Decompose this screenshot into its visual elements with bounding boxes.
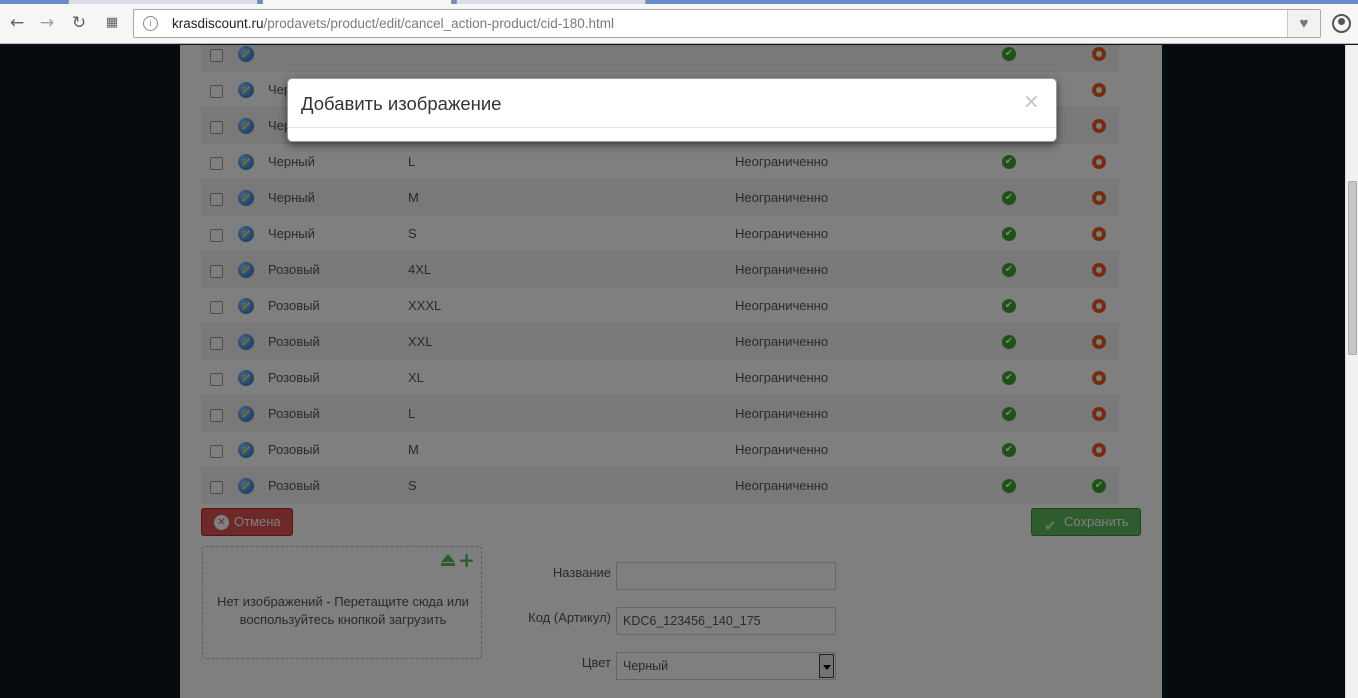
address-bar[interactable]: i krasdiscount.ru/prodavets/product/edit… — [133, 9, 1321, 38]
scrollbar-thumb[interactable] — [1348, 181, 1357, 355]
modal-header: Добавить изображение × — [288, 79, 1056, 128]
add-image-modal: Добавить изображение × — [287, 78, 1057, 142]
reload-icon[interactable]: ↻ — [68, 12, 90, 34]
close-icon[interactable]: × — [1023, 89, 1040, 113]
apps-grid-icon[interactable]: ▦ — [101, 12, 123, 34]
page-viewport: ✔ЧерныйXXLНеограниченно✔ЧерныйXLНеограни… — [0, 45, 1345, 698]
forward-arrow-icon[interactable]: → — [36, 12, 58, 34]
profile-icon[interactable] — [1332, 14, 1351, 33]
url-host: krasdiscount.ru — [172, 16, 264, 31]
url-path: /prodavets/product/edit/cancel_action-pr… — [263, 16, 614, 31]
modal-title: Добавить изображение — [301, 93, 502, 114]
bookmark-heart-icon[interactable]: ♥ — [1287, 10, 1320, 37]
page-scrollbar[interactable] — [1345, 45, 1358, 698]
site-info-icon[interactable]: i — [143, 16, 158, 31]
modal-backdrop[interactable] — [0, 45, 1345, 698]
back-arrow-icon[interactable]: ← — [6, 12, 28, 34]
browser-toolbar: ← → ↻ ▦ i krasdiscount.ru/prodavets/prod… — [0, 4, 1358, 44]
url-text[interactable]: krasdiscount.ru/prodavets/product/edit/c… — [172, 16, 614, 31]
